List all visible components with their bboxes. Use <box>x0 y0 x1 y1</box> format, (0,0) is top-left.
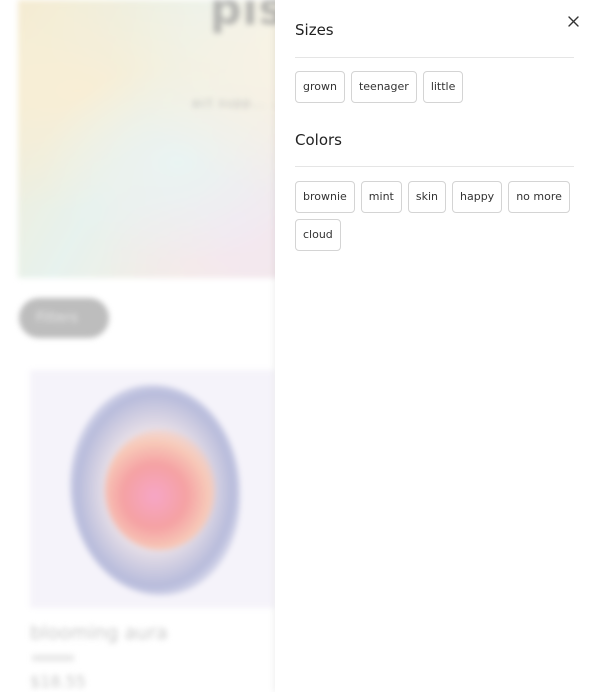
sizes-heading: Sizes <box>295 21 334 39</box>
colors-divider <box>295 166 574 167</box>
color-option-happy[interactable]: happy <box>452 181 503 213</box>
sizes-options: grown teenager little <box>295 71 580 103</box>
size-option-grown[interactable]: grown <box>295 71 345 103</box>
colors-heading: Colors <box>295 131 342 149</box>
color-option-cloud[interactable]: cloud <box>295 219 341 251</box>
close-icon <box>567 15 579 27</box>
color-option-no-more[interactable]: no more <box>508 181 570 213</box>
color-option-skin[interactable]: skin <box>407 181 446 213</box>
filter-drawer: Sizes grown teenager little Colors brown… <box>275 0 593 692</box>
close-button[interactable] <box>564 12 582 30</box>
sizes-divider <box>295 57 574 58</box>
size-option-teenager[interactable]: teenager <box>350 71 417 103</box>
flower-inner-shape <box>105 430 215 550</box>
product-price: $18.55 <box>30 672 86 691</box>
product-name[interactable]: blooming aura <box>30 622 168 644</box>
product-image[interactable] <box>30 370 275 608</box>
color-option-mint[interactable]: mint <box>360 181 402 213</box>
size-option-little[interactable]: little <box>422 71 464 103</box>
colors-options: brownie mint skin happy no more cloud <box>295 181 580 251</box>
product-meta-placeholder <box>32 655 74 661</box>
color-option-brownie[interactable]: brownie <box>295 181 355 213</box>
filter-button[interactable]: Filters <box>19 298 109 338</box>
